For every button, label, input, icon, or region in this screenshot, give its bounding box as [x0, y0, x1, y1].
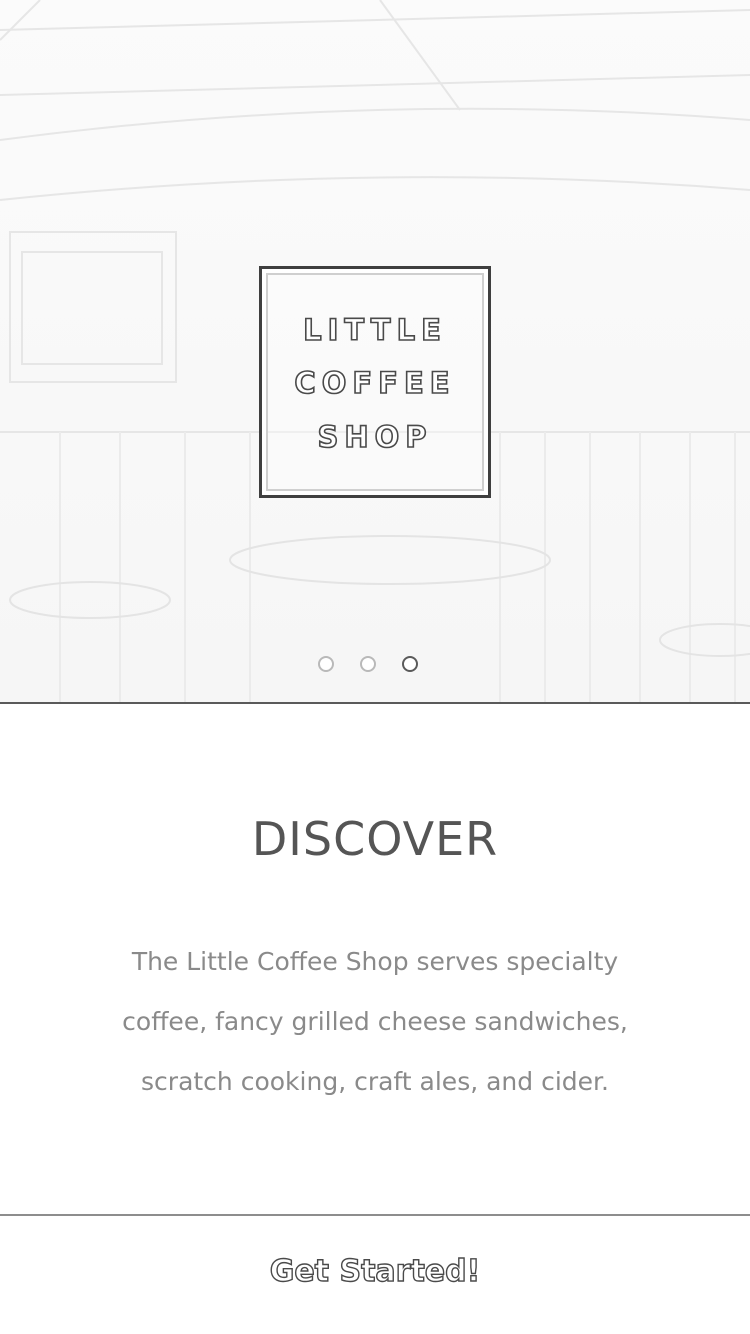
- description-text: The Little Coffee Shop serves specialty …: [122, 947, 628, 1096]
- logo-line-little: LITTLE: [302, 312, 447, 348]
- footer-divider: [0, 1214, 750, 1216]
- onboarding-content: DISCOVER The Little Coffee Shop serves s…: [0, 704, 750, 1214]
- carousel-dot-1[interactable]: [318, 656, 334, 672]
- get-started-button[interactable]: Get Started!: [200, 1240, 550, 1302]
- carousel-dot-2[interactable]: [360, 656, 376, 672]
- logo-line-shop: SHOP: [317, 419, 433, 455]
- logo-line-coffee: COFFEE: [294, 365, 456, 401]
- carousel-dot-3[interactable]: [402, 656, 418, 672]
- carousel-pagination: [318, 656, 418, 678]
- little-coffee-shop-logo: LITTLE COFFEE SHOP: [259, 266, 491, 498]
- page-title: DISCOVER: [251, 812, 499, 866]
- hero-banner: LITTLE COFFEE SHOP: [0, 0, 750, 702]
